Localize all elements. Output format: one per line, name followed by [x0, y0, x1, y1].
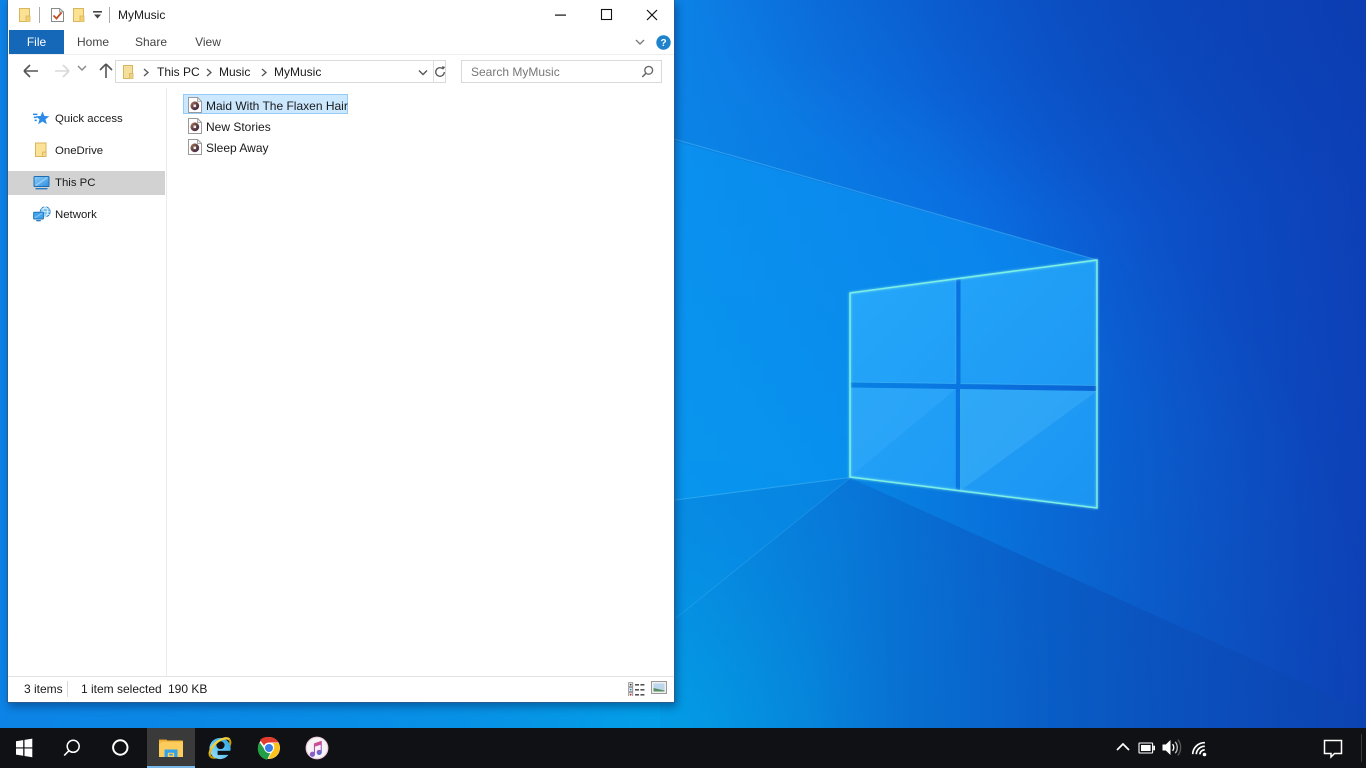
svg-text:?: ? — [660, 38, 666, 49]
